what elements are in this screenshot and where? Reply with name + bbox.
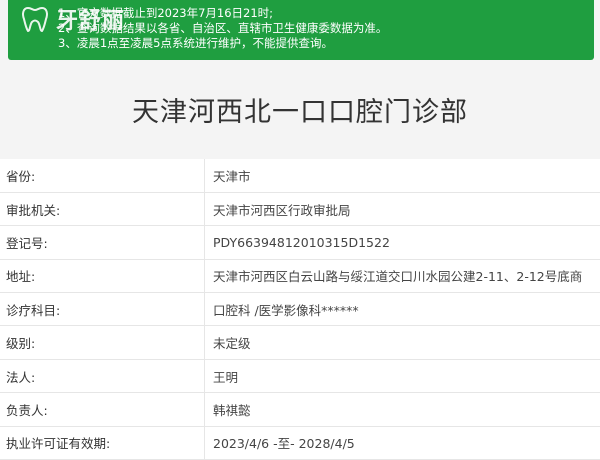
table-row: 诊疗科目: 口腔科 /医学影像科****** [0, 293, 600, 326]
brand-logo: 牙舒丽 [20, 4, 125, 38]
table-row: 登记号: PDY66394812010315D1522 [0, 226, 600, 259]
field-value-departments: 口腔科 /医学影像科****** [205, 293, 600, 326]
tooth-logo-icon [20, 4, 50, 38]
field-value-registration-number: PDY66394812010315D1522 [205, 226, 600, 259]
notice-banner: 1、官方数据截止到2023年7月16日21时; 2、查询数据结果以各省、自治区、… [8, 0, 594, 60]
field-label-person-in-charge: 负责人: [0, 393, 205, 426]
table-row: 省份: 天津市 [0, 159, 600, 192]
notice-line-3: 3、凌晨1点至凌晨5点系统进行维护，不能提供查询。 [58, 36, 594, 51]
table-row: 法人: 王明 [0, 359, 600, 392]
field-label-legal-person: 法人: [0, 359, 205, 392]
page-title: 天津河西北一口口腔门诊部 [0, 90, 600, 129]
field-value-level: 未定级 [205, 326, 600, 359]
table-row: 执业许可证有效期: 2023/4/6 -至- 2028/4/5 [0, 426, 600, 459]
table-row: 地址: 天津市河西区白云山路与绥江道交口川水园公建2-11、2-12号底商 [0, 259, 600, 292]
field-label-license-validity: 执业许可证有效期: [0, 426, 205, 459]
field-value-license-validity: 2023/4/6 -至- 2028/4/5 [205, 426, 600, 459]
field-value-person-in-charge: 韩祺懿 [205, 393, 600, 426]
info-table: 省份: 天津市 审批机关: 天津市河西区行政审批局 登记号: PDY663948… [0, 159, 600, 460]
table-row: 负责人: 韩祺懿 [0, 393, 600, 426]
field-label-province: 省份: [0, 159, 205, 192]
notice-line-1: 1、官方数据截止到2023年7月16日21时; [58, 6, 594, 21]
logo-text: 牙舒丽 [56, 14, 125, 29]
field-label-address: 地址: [0, 259, 205, 292]
table-row: 审批机关: 天津市河西区行政审批局 [0, 192, 600, 225]
field-value-province: 天津市 [205, 159, 600, 192]
field-label-level: 级别: [0, 326, 205, 359]
field-label-departments: 诊疗科目: [0, 293, 205, 326]
field-value-approval-authority: 天津市河西区行政审批局 [205, 192, 600, 225]
field-label-approval-authority: 审批机关: [0, 192, 205, 225]
notice-line-2: 2、查询数据结果以各省、自治区、直辖市卫生健康委数据为准。 [58, 21, 594, 36]
field-value-legal-person: 王明 [205, 359, 600, 392]
table-row: 级别: 未定级 [0, 326, 600, 359]
field-label-registration-number: 登记号: [0, 226, 205, 259]
field-value-address: 天津市河西区白云山路与绥江道交口川水园公建2-11、2-12号底商 [205, 259, 600, 292]
